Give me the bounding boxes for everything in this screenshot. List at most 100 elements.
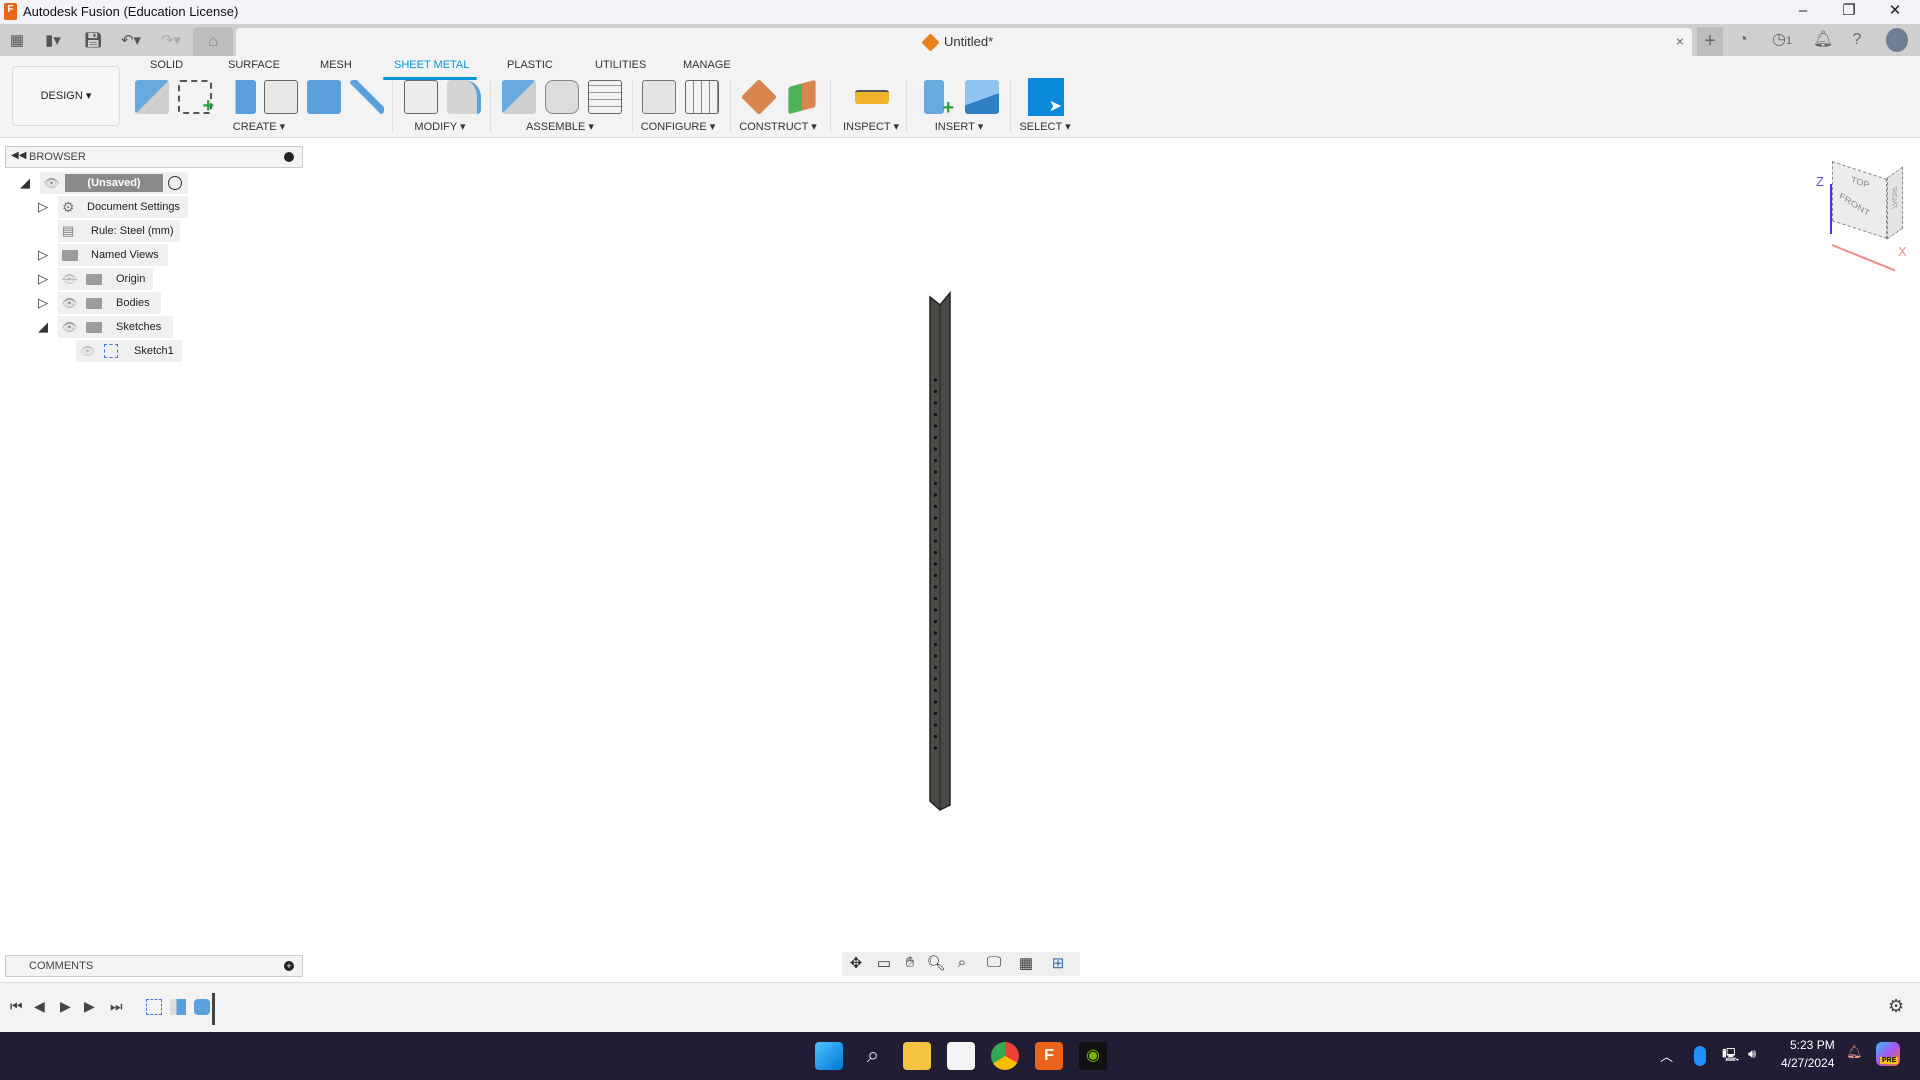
data-panel-grid-icon[interactable]: ▦ (6, 30, 28, 52)
tree-item-root[interactable]: 👁︎ (Unsaved) (40, 172, 188, 194)
zoom-icon[interactable]: 🔍︎ (924, 954, 948, 972)
home-icon[interactable]: ⌂ (193, 27, 233, 56)
group-inspect[interactable]: INSPECT ▾ (843, 120, 899, 133)
flange-icon[interactable] (222, 80, 256, 114)
tab-sheet-metal[interactable]: SHEET METAL (394, 59, 469, 71)
step-back-icon[interactable]: ◀ (34, 998, 45, 1015)
document-tab[interactable]: Untitled* × (236, 28, 1692, 56)
visibility-eye-icon[interactable]: 👁︎ (44, 172, 59, 194)
close-window-button[interactable]: ✕ (1872, 0, 1918, 24)
tree-item-sketches[interactable]: 👁︎ Sketches (58, 316, 173, 338)
nvidia-icon[interactable]: ◉ (1079, 1042, 1107, 1070)
microsoft-store-icon[interactable] (947, 1042, 975, 1070)
job-status-clock-icon[interactable]: ◷1 (1764, 28, 1800, 52)
fusion-taskbar-icon[interactable]: F (1035, 1042, 1063, 1070)
create-sketch-icon[interactable]: + (178, 80, 214, 117)
hem-icon[interactable] (350, 80, 384, 114)
go-to-end-icon[interactable]: ⏭ (110, 998, 123, 1015)
hidden-eye-icon[interactable]: 👁︎ (80, 340, 95, 362)
look-at-icon[interactable]: ▭ (872, 954, 896, 972)
chrome-icon[interactable] (991, 1042, 1019, 1070)
close-tab-button[interactable]: × (1676, 33, 1684, 49)
group-modify[interactable]: MODIFY ▾ (414, 120, 465, 133)
workspace-switcher-design[interactable]: DESIGN ▾ (12, 66, 120, 126)
group-create[interactable]: CREATE ▾ (233, 120, 285, 133)
minimize-panel-icon[interactable] (284, 152, 294, 162)
modify-unfold-icon[interactable] (404, 80, 438, 114)
timeline-flange-feature-icon[interactable] (170, 999, 186, 1015)
visibility-eye-icon[interactable]: 👁︎ (62, 292, 77, 314)
timeline-settings-gear-icon[interactable]: ⚙ (1888, 996, 1904, 1017)
browser-panel-header[interactable]: ◀◀ BROWSER (5, 146, 303, 168)
insert-canvas-icon[interactable] (965, 80, 999, 114)
search-icon[interactable]: ⌕ (859, 1042, 887, 1070)
go-to-start-icon[interactable]: ⏮ (10, 998, 23, 1015)
notifications-bell-icon[interactable]: 🔔︎ (1810, 28, 1836, 52)
viewcube[interactable]: FRONT TOP RIGHT Z X (1810, 160, 1910, 272)
sheet-metal-part[interactable] (920, 285, 980, 815)
extrude-icon[interactable] (307, 80, 341, 114)
viewcube-right-face[interactable]: RIGHT (1887, 166, 1903, 240)
clock-time[interactable]: 5:23 PM (1790, 1038, 1835, 1052)
tab-utilities[interactable]: UTILITIES (595, 59, 646, 71)
new-component-icon[interactable] (135, 80, 169, 114)
insert-mcmaster-bolt-icon[interactable]: + (924, 80, 954, 119)
viewports-icon[interactable]: ⊞ (1046, 954, 1070, 972)
file-menu-icon[interactable]: ▮▾ (38, 30, 68, 52)
network-icon[interactable]: 🖳 (1722, 1046, 1739, 1068)
user-avatar[interactable] (1886, 28, 1908, 52)
tree-item-bodies[interactable]: 👁︎ Bodies (58, 292, 161, 314)
play-icon[interactable]: ▶ (60, 998, 71, 1015)
assemble-new-component-icon[interactable] (502, 80, 536, 114)
tree-item-sketch1[interactable]: 👁︎ Sketch1 (76, 340, 182, 362)
fit-window-icon[interactable]: ⌕ (950, 954, 974, 971)
restore-button[interactable]: ❐ (1826, 0, 1872, 24)
orbit-icon[interactable]: ✥ (844, 954, 868, 972)
collapse-triangle-icon[interactable]: ◢ (38, 316, 48, 338)
contour-flange-icon[interactable] (264, 80, 298, 114)
expand-triangle-icon[interactable]: ▷ (38, 268, 48, 290)
tree-item-named-views[interactable]: Named Views (58, 244, 168, 266)
sync-icon[interactable]: ◔ (1730, 28, 1756, 52)
timeline-marker[interactable] (212, 993, 215, 1025)
tab-solid[interactable]: SOLID (150, 59, 183, 71)
group-select[interactable]: SELECT ▾ (1019, 120, 1070, 133)
collapse-triangle-icon[interactable]: ◢ (20, 172, 30, 194)
pan-hand-icon[interactable]: ✋︎ (898, 954, 922, 971)
expand-triangle-icon[interactable]: ▷ (38, 292, 48, 314)
group-insert[interactable]: INSERT ▾ (935, 120, 984, 133)
tab-manage[interactable]: MANAGE (683, 59, 731, 71)
fillet-icon[interactable] (447, 80, 481, 114)
new-tab-plus-icon[interactable]: + (1697, 27, 1723, 56)
offset-plane-icon[interactable] (740, 78, 778, 116)
group-construct[interactable]: CONSTRUCT ▾ (739, 120, 816, 133)
bill-of-materials-icon[interactable] (588, 80, 622, 114)
grid-settings-icon[interactable]: ▦ (1014, 954, 1038, 972)
viewcube-front-face[interactable]: FRONT TOP (1832, 161, 1887, 239)
midplane-icon[interactable] (788, 79, 816, 115)
tree-item-rule[interactable]: ▤ Rule: Steel (mm) (58, 220, 180, 242)
expand-triangle-icon[interactable]: ▷ (38, 244, 48, 266)
comments-panel[interactable]: COMMENTS + (5, 955, 303, 977)
undo-icon[interactable]: ↶▾ (116, 30, 146, 52)
bluetooth-icon[interactable] (1694, 1046, 1706, 1066)
measure-icon[interactable] (855, 90, 889, 104)
expand-triangle-icon[interactable]: ▷ (38, 196, 48, 218)
add-comment-icon[interactable]: + (284, 961, 294, 971)
copilot-icon[interactable]: PRE (1876, 1042, 1900, 1066)
redo-icon[interactable]: ↷▾ (156, 30, 186, 52)
collapse-browser-icon[interactable]: ◀◀ (11, 150, 26, 161)
group-assemble[interactable]: ASSEMBLE ▾ (526, 120, 594, 133)
configure-icon[interactable] (642, 80, 676, 114)
tree-item-origin[interactable]: 👁︎ Origin (58, 268, 153, 290)
windows-start-icon[interactable] (815, 1042, 843, 1070)
help-icon[interactable]: ? (1844, 28, 1870, 52)
tree-item-document-settings[interactable]: ⚙ Document Settings (58, 196, 188, 218)
file-explorer-icon[interactable] (903, 1042, 931, 1070)
select-icon[interactable]: ➤ (1028, 78, 1064, 116)
show-hidden-icons-chevron[interactable]: ︿ (1660, 1046, 1673, 1065)
step-forward-icon[interactable]: ▶ (84, 998, 95, 1015)
visibility-eye-icon[interactable]: 👁︎ (62, 316, 77, 338)
configuration-table-icon[interactable] (685, 80, 719, 114)
minimize-button[interactable]: – (1780, 0, 1826, 24)
